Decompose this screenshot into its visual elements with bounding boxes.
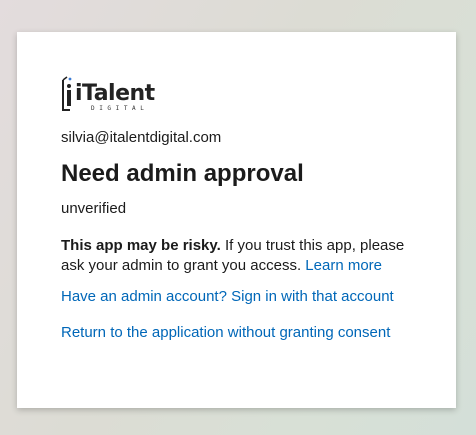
learn-more-link[interactable]: Learn more (305, 257, 382, 274)
logo-mark-icon (61, 76, 73, 112)
return-without-consent-link[interactable]: Return to the application without granti… (61, 324, 390, 341)
page-title: Need admin approval (61, 160, 304, 187)
logo-tagline: DIGITAL (91, 105, 149, 112)
return-without-consent-row: Return to the application without granti… (61, 324, 412, 342)
logo-wordmark: iTalent DIGITAL (75, 81, 155, 113)
risk-warning-bold: This app may be risky. (61, 237, 221, 254)
admin-sign-in-row: Have an admin account? Sign in with that… (61, 288, 412, 306)
risk-notice: This app may be risky. If you trust this… (61, 236, 412, 276)
admin-sign-in-link[interactable]: Have an admin account? Sign in with that… (61, 288, 394, 305)
verification-status: unverified (61, 200, 127, 217)
admin-approval-dialog: iTalent DIGITAL silvia@italentdigital.co… (17, 32, 456, 408)
logo-name: iTalent (75, 81, 155, 106)
company-logo: iTalent DIGITAL (61, 74, 155, 112)
account-email: silvia@italentdigital.com (61, 129, 222, 146)
